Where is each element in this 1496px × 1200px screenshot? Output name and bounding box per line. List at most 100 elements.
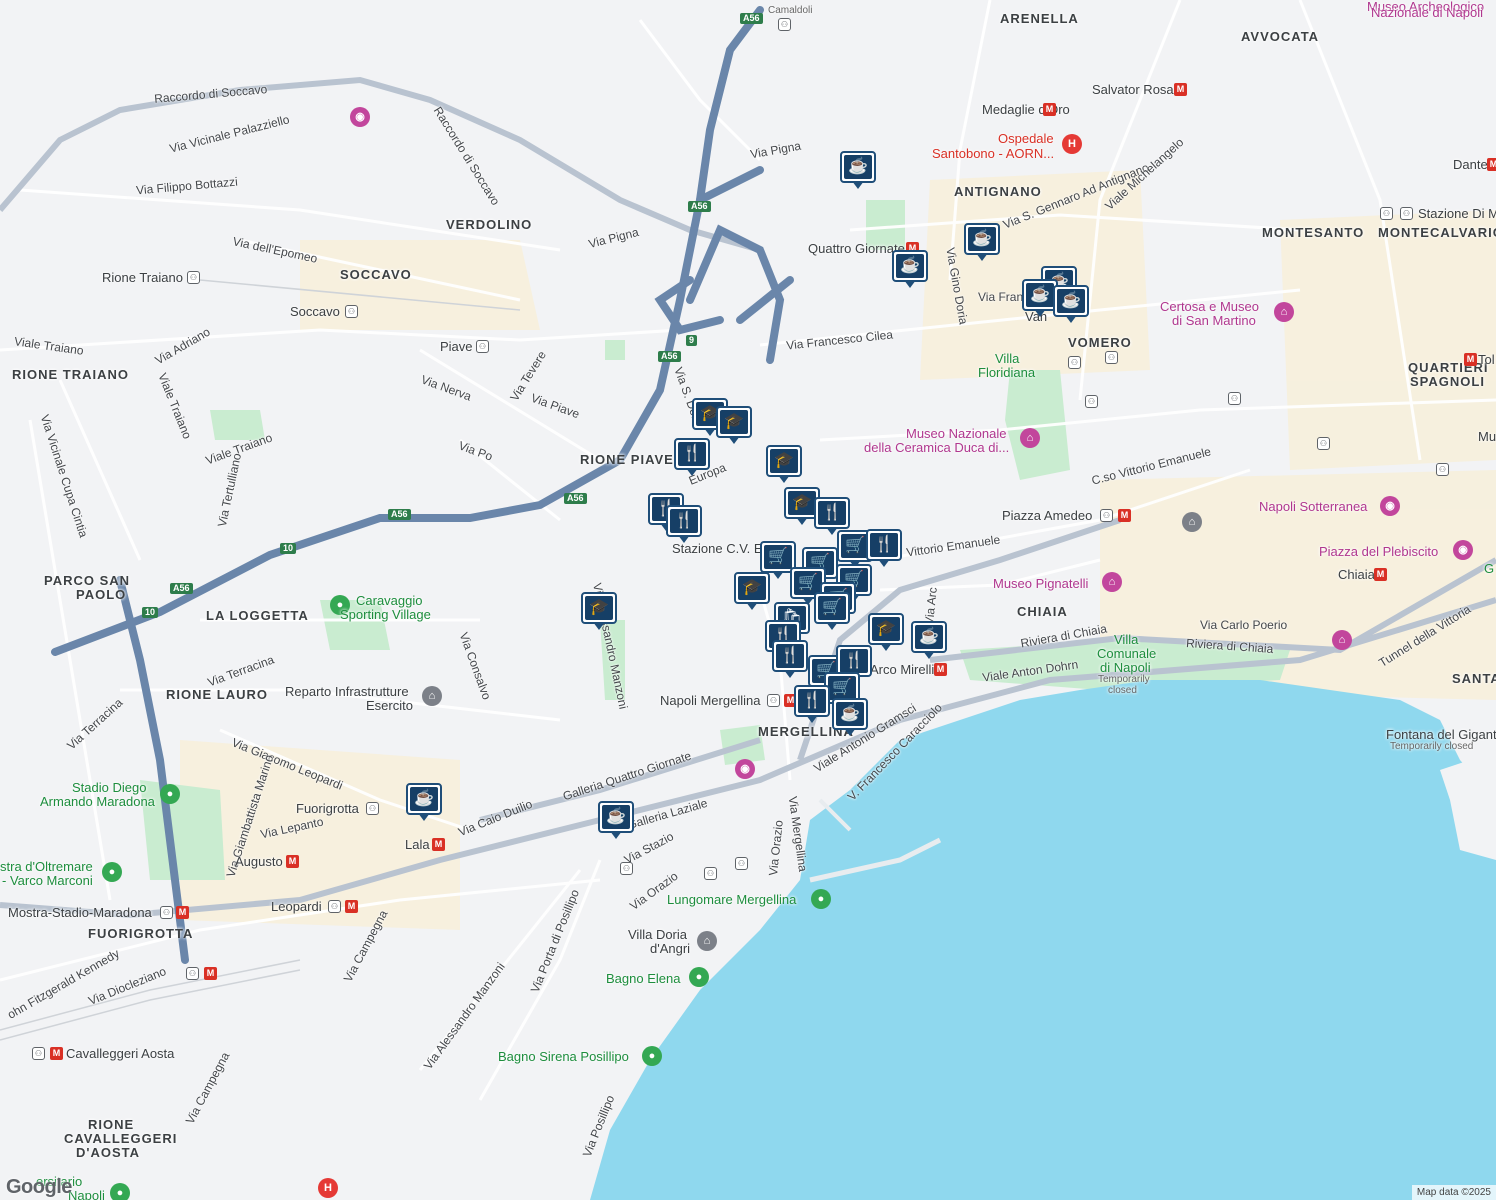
train-station-icon[interactable]: ⚇ — [476, 340, 489, 353]
metro-icon[interactable]: M — [176, 906, 189, 919]
park-icon[interactable]: ● — [811, 889, 831, 909]
restaurant-icon: 🍴 — [670, 509, 698, 533]
beach-icon[interactable]: ● — [689, 967, 709, 987]
map-attribution[interactable]: Map data ©2025 — [1411, 1185, 1496, 1200]
landmark-icon[interactable]: ⌂ — [1182, 512, 1202, 532]
cafe-icon: ☕ — [410, 787, 438, 811]
train-station-icon[interactable]: ⚇ — [186, 967, 199, 980]
beach-icon[interactable]: ● — [642, 1046, 662, 1066]
marker-school[interactable]: 🎓 — [766, 445, 802, 485]
metro-icon[interactable]: M — [286, 855, 299, 868]
metro-icon[interactable]: M — [1174, 83, 1187, 96]
cafe-icon: ☕ — [896, 254, 924, 278]
metro-icon[interactable]: M — [432, 838, 445, 851]
museum-icon[interactable]: ⌂ — [1102, 572, 1122, 592]
restaurant-icon: 🍴 — [678, 442, 706, 466]
shopping-cart-icon: 🛒 — [764, 545, 792, 569]
marker-restaurant[interactable]: 🍴 — [666, 505, 702, 545]
school-icon: 🎓 — [738, 576, 766, 600]
marker-restaurant[interactable]: 🍴 — [674, 438, 710, 478]
train-station-icon[interactable]: ⚇ — [767, 694, 780, 707]
metro-icon[interactable]: M — [1118, 509, 1131, 522]
park-icon[interactable]: ● — [102, 862, 122, 882]
cafe-icon: ☕ — [968, 227, 996, 251]
marker-cafe[interactable]: ☕ — [1053, 285, 1089, 325]
metro-icon[interactable]: M — [934, 663, 947, 676]
train-station-icon[interactable]: ⚇ — [1317, 437, 1330, 450]
train-station-icon[interactable]: ⚇ — [345, 305, 358, 318]
park-icon[interactable]: ● — [330, 595, 350, 615]
marker-restaurant[interactable]: 🍴 — [866, 529, 902, 569]
train-station-icon[interactable]: ⚇ — [328, 900, 341, 913]
metro-icon[interactable]: M — [50, 1047, 63, 1060]
train-station-icon[interactable]: ⚇ — [366, 802, 379, 815]
shopping-cart-icon: 🛒 — [841, 534, 869, 558]
metro-icon[interactable]: M — [1374, 568, 1387, 581]
train-station-icon[interactable]: ⚇ — [1228, 392, 1241, 405]
marker-cafe[interactable]: ☕ — [892, 250, 928, 290]
metro-icon[interactable]: M — [1043, 103, 1056, 116]
highway-shield-10: 10 — [142, 607, 159, 618]
train-station-icon[interactable]: ⚇ — [160, 906, 173, 919]
metro-icon[interactable]: M — [204, 967, 217, 980]
train-station-icon[interactable]: ⚇ — [1085, 395, 1098, 408]
cafe-icon: ☕ — [836, 702, 864, 726]
marker-shopping-cart[interactable]: 🛒 — [814, 592, 850, 632]
hospital-icon[interactable]: H — [1062, 134, 1082, 154]
train-station-icon[interactable]: ⚇ — [620, 862, 633, 875]
marker-restaurant[interactable]: 🍴 — [772, 640, 808, 680]
marker-cafe[interactable]: ☕ — [598, 801, 634, 841]
marker-cafe[interactable]: ☕ — [964, 223, 1000, 263]
marker-school[interactable]: 🎓 — [734, 572, 770, 612]
marker-cafe[interactable]: ☕ — [840, 151, 876, 191]
highway-shield-a56: A56 — [688, 201, 711, 212]
museum-icon[interactable]: ⌂ — [1274, 302, 1294, 322]
marker-school[interactable]: 🎓 — [581, 592, 617, 632]
train-station-icon[interactable]: ⚇ — [1380, 207, 1393, 220]
restaurant-icon: 🍴 — [818, 501, 846, 525]
train-station-icon[interactable]: ⚇ — [1100, 509, 1113, 522]
marker-school[interactable]: 🎓 — [716, 406, 752, 446]
attraction-camera-icon[interactable]: ◉ — [1453, 540, 1473, 560]
school-icon: 🎓 — [872, 617, 900, 641]
attraction-camera-icon[interactable]: ◉ — [1380, 496, 1400, 516]
train-station-icon[interactable]: ⚇ — [1436, 463, 1449, 476]
museum-icon[interactable]: ⌂ — [1020, 428, 1040, 448]
stadium-icon[interactable]: ● — [160, 784, 180, 804]
cafe-icon: ☕ — [602, 805, 630, 829]
park-icon[interactable]: ● — [110, 1183, 130, 1200]
metro-icon[interactable]: M — [1464, 353, 1477, 366]
train-station-icon[interactable]: ⚇ — [1068, 356, 1081, 369]
cafe-icon: ☕ — [1026, 283, 1054, 307]
highway-shield-10: 10 — [280, 543, 297, 554]
marker-cafe[interactable]: ☕ — [406, 783, 442, 823]
train-station-icon[interactable]: ⚇ — [32, 1047, 45, 1060]
landmark-icon[interactable]: ⌂ — [422, 686, 442, 706]
highway-shield-a56: A56 — [170, 583, 193, 594]
marker-restaurant[interactable]: 🍴 — [794, 685, 830, 725]
school-icon: 🎓 — [770, 449, 798, 473]
marker-cafe[interactable]: ☕ — [832, 698, 868, 738]
marker-school[interactable]: 🎓 — [868, 613, 904, 653]
train-station-icon[interactable]: ⚇ — [187, 271, 200, 284]
attraction-camera-icon[interactable]: ◉ — [350, 107, 370, 127]
train-station-icon[interactable]: ⚇ — [1400, 207, 1413, 220]
hospital-icon[interactable]: H — [318, 1178, 338, 1198]
metro-icon[interactable]: M — [345, 900, 358, 913]
marker-cafe[interactable]: ☕ — [911, 621, 947, 661]
train-station-icon[interactable]: ⚇ — [1105, 351, 1118, 364]
landmark-icon[interactable]: ⌂ — [697, 931, 717, 951]
train-station-icon[interactable]: ⚇ — [704, 867, 717, 880]
attraction-camera-icon[interactable]: ◉ — [735, 759, 755, 779]
restaurant-icon: 🍴 — [776, 644, 804, 668]
museum-icon[interactable]: ⌂ — [1332, 630, 1352, 650]
train-station-icon[interactable]: ⚇ — [735, 857, 748, 870]
metro-icon[interactable]: M — [1487, 158, 1496, 171]
school-icon: 🎓 — [585, 596, 613, 620]
school-icon: 🎓 — [720, 410, 748, 434]
highway-shield-a56: A56 — [388, 509, 411, 520]
shopping-cart-icon: 🛒 — [818, 596, 846, 620]
highway-shield-9: 9 — [686, 335, 698, 346]
map-canvas[interactable]: ARENELLA AVVOCATA VERDOLINO SOCCAVO ANTI… — [0, 0, 1496, 1200]
train-station-icon[interactable]: ⚇ — [778, 18, 791, 31]
